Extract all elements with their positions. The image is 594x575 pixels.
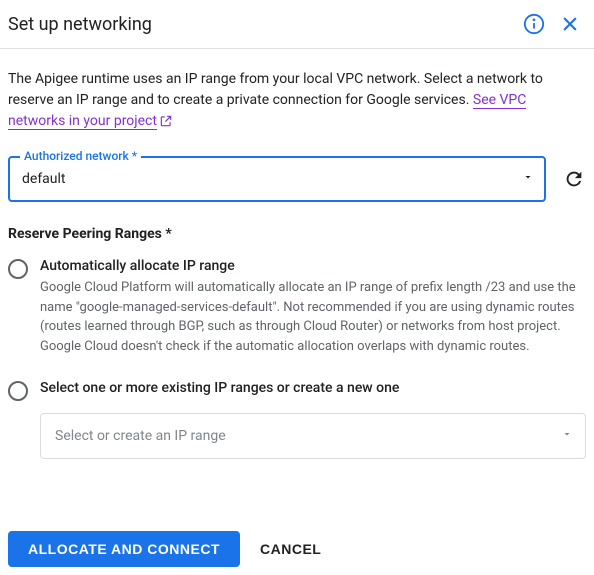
- close-icon[interactable]: [558, 12, 582, 36]
- authorized-network-value: default: [22, 171, 66, 187]
- radio-content: Automatically allocate IP range Google C…: [40, 258, 586, 356]
- radio-content: Select one or more existing IP ranges or…: [40, 380, 586, 400]
- intro-text: The Apigee runtime uses an IP range from…: [8, 69, 586, 132]
- cancel-button[interactable]: CANCEL: [260, 541, 321, 557]
- chevron-down-icon: [561, 428, 573, 444]
- radio-existing-range[interactable]: Select one or more existing IP ranges or…: [8, 380, 586, 401]
- ip-range-select[interactable]: Select or create an IP range: [40, 413, 586, 459]
- info-icon[interactable]: [522, 12, 546, 36]
- refresh-icon: [563, 168, 585, 190]
- chevron-down-icon: [522, 171, 534, 187]
- refresh-button[interactable]: [562, 167, 586, 191]
- authorized-network-label: Authorized network *: [20, 149, 141, 163]
- dialog-title: Set up networking: [8, 14, 510, 35]
- radio-icon: [8, 259, 28, 279]
- radio-existing-title: Select one or more existing IP ranges or…: [40, 380, 586, 396]
- radio-icon: [8, 381, 28, 401]
- external-link-icon: [159, 114, 173, 128]
- dialog-header: Set up networking: [0, 0, 594, 49]
- dialog-footer: ALLOCATE AND CONNECT CANCEL: [0, 523, 594, 575]
- radio-auto-desc: Google Cloud Platform will automatically…: [40, 278, 586, 356]
- intro-body: The Apigee runtime uses an IP range from…: [8, 71, 543, 108]
- radio-auto-title: Automatically allocate IP range: [40, 258, 586, 274]
- authorized-network-select[interactable]: Authorized network * default: [8, 156, 546, 202]
- ip-range-placeholder: Select or create an IP range: [55, 428, 226, 444]
- peering-section-label: Reserve Peering Ranges *: [8, 226, 586, 242]
- dialog-body: The Apigee runtime uses an IP range from…: [0, 49, 594, 467]
- authorized-network-row: Authorized network * default: [8, 156, 586, 202]
- radio-auto-allocate[interactable]: Automatically allocate IP range Google C…: [8, 258, 586, 356]
